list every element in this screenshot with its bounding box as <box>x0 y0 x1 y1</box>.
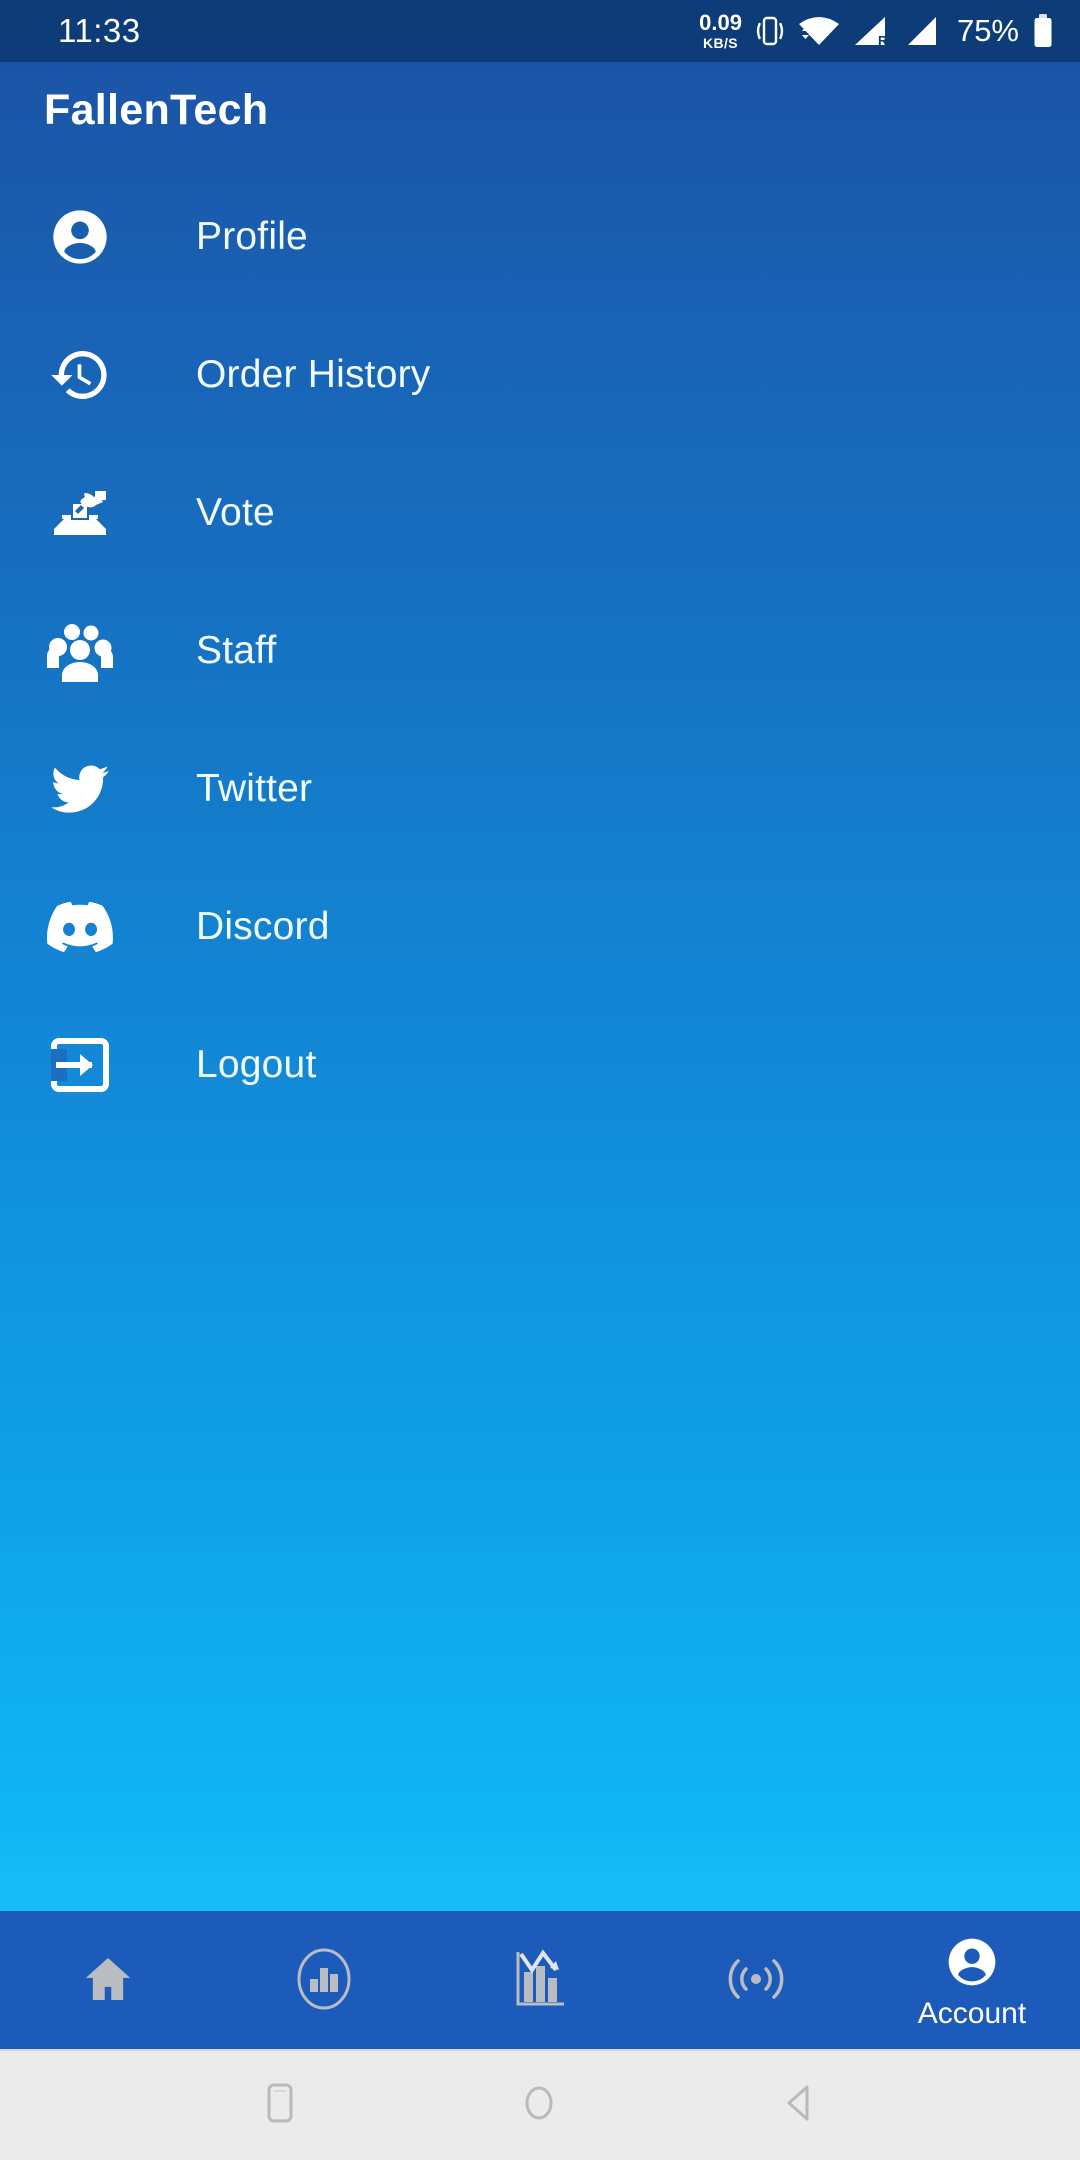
drawer-item-vote[interactable]: Vote <box>0 444 1080 582</box>
people-group-icon <box>46 617 114 685</box>
account-circle-icon <box>944 1929 1000 1995</box>
wifi-icon <box>798 14 840 48</box>
status-bar-clock: 11:33 <box>58 12 141 49</box>
home-circle-icon[interactable] <box>518 2080 560 2131</box>
chart-trend-icon <box>512 1944 568 2014</box>
bottom-nav-item-stats[interactable] <box>216 1911 432 2049</box>
drawer-item-label: Discord <box>196 905 330 948</box>
svg-text:R: R <box>878 33 888 48</box>
account-circle-icon <box>46 203 114 271</box>
drawer-item-label: Order History <box>196 353 431 396</box>
drawer-item-twitter[interactable]: Twitter <box>0 720 1080 858</box>
discord-icon <box>46 893 114 961</box>
network-speed-unit: KB/S <box>703 35 739 51</box>
ballot-box-icon <box>46 479 114 547</box>
app-title: FallenTech <box>44 86 269 134</box>
bottom-nav-item-live[interactable] <box>648 1911 864 2049</box>
drawer-item-label: Logout <box>196 1043 317 1086</box>
battery-icon <box>1032 13 1054 49</box>
bottom-nav-item-trends[interactable] <box>432 1911 648 2049</box>
exit-to-app-icon <box>46 1031 114 1099</box>
recents-square-icon[interactable] <box>260 2080 300 2131</box>
broadcast-icon <box>721 1944 791 2014</box>
network-speed-indicator: 0.09 KB/S <box>699 10 742 51</box>
drawer-item-discord[interactable]: Discord <box>0 858 1080 996</box>
status-bar: 11:33 0.09 KB/S R 75% <box>0 0 1080 62</box>
bottom-nav-label: Account <box>917 1997 1027 2030</box>
network-speed-value: 0.09 <box>699 10 742 35</box>
drawer-item-label: Vote <box>196 491 275 534</box>
drawer-item-staff[interactable]: Staff <box>0 582 1080 720</box>
bottom-navigation-bar: Account <box>0 1911 1080 2049</box>
twitter-bird-icon <box>46 755 114 823</box>
drawer-item-profile[interactable]: Profile <box>0 168 1080 306</box>
vibrate-icon <box>755 14 785 48</box>
signal-roaming-icon: R <box>853 14 893 48</box>
drawer-item-label: Profile <box>196 215 308 258</box>
status-bar-icons: 0.09 KB/S R 75% <box>699 12 1054 50</box>
bottom-nav-item-home[interactable] <box>0 1911 216 2049</box>
back-triangle-icon[interactable] <box>778 2080 820 2131</box>
battery-percent-label: 75% <box>956 13 1019 48</box>
navigation-drawer: FallenTech Profile Order History Vote St… <box>0 62 1080 1911</box>
bar-chart-circle-icon <box>294 1944 354 2014</box>
drawer-item-order-history[interactable]: Order History <box>0 306 1080 444</box>
drawer-item-logout[interactable]: Logout <box>0 996 1080 1134</box>
history-clock-icon <box>46 341 114 409</box>
signal-icon <box>906 14 942 48</box>
drawer-menu: Profile Order History Vote Staff Twitter… <box>0 168 1080 1134</box>
system-navigation-bar <box>0 2049 1080 2160</box>
drawer-item-label: Staff <box>196 629 277 672</box>
phone-screen: 11:33 0.09 KB/S R 75% FallenTech Profile… <box>0 0 1080 2160</box>
home-icon <box>80 1944 136 2014</box>
bottom-nav-item-account[interactable]: Account <box>864 1911 1080 2049</box>
drawer-item-label: Twitter <box>196 767 313 810</box>
